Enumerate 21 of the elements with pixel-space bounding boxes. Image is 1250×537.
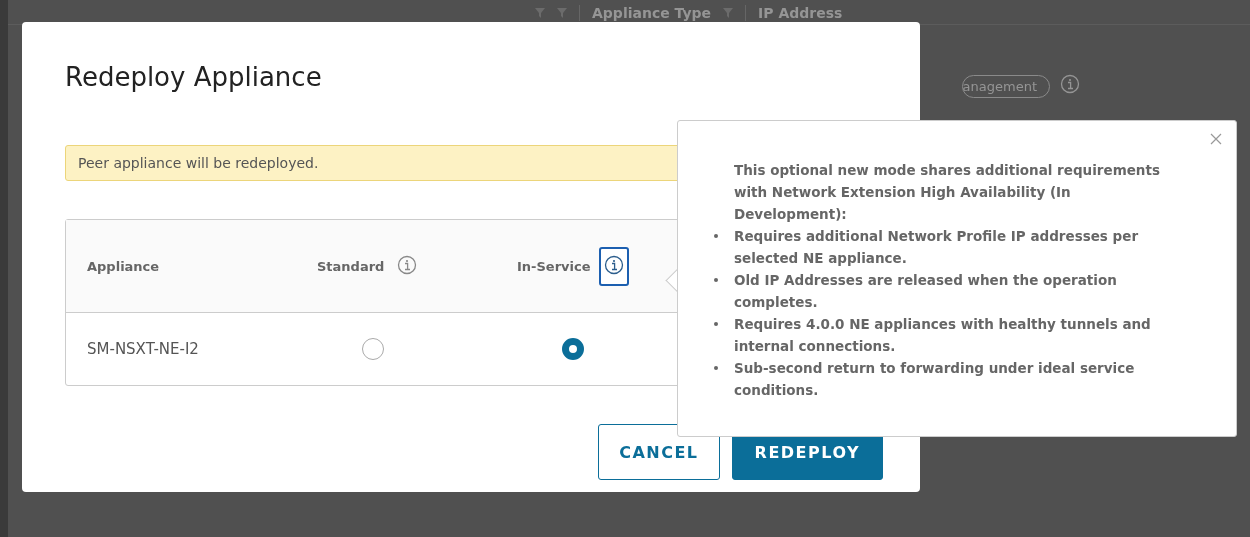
close-icon[interactable] [1210,133,1222,145]
info-icon[interactable] [397,254,418,275]
dialog-title: Redeploy Appliance [65,62,323,94]
radio-button[interactable] [362,338,384,360]
column-header: Appliance Type [592,5,712,21]
bullet-text: Requires 4.0.0 NE appliances with healthy tunnels and internal connections. [734,316,1151,354]
cancel-button[interactable]: CANCEL [598,424,720,480]
filter-icon[interactable] [535,8,545,18]
filter-icon[interactable] [557,8,567,18]
bullet-text: Old IP Addresses are released when the operation completes. [734,272,1117,310]
column-header: Appliance [87,258,160,274]
info-icon[interactable] [603,254,624,275]
column-header: Standard [317,258,385,274]
bullet-text: Sub-second return to forwarding under ideal service conditions. [734,360,1135,398]
column-header: IP Address [758,5,843,21]
info-icon[interactable] [1060,74,1080,94]
table-cell-text: SM-NSXT-NE-I2 [87,340,200,358]
column-header: In-Service [517,258,591,274]
filter-icon[interactable] [723,8,734,18]
radio-button[interactable] [562,338,584,360]
bullet-text: Requires additional Network Profile IP addresses per selected NE appliance. [734,228,1139,266]
